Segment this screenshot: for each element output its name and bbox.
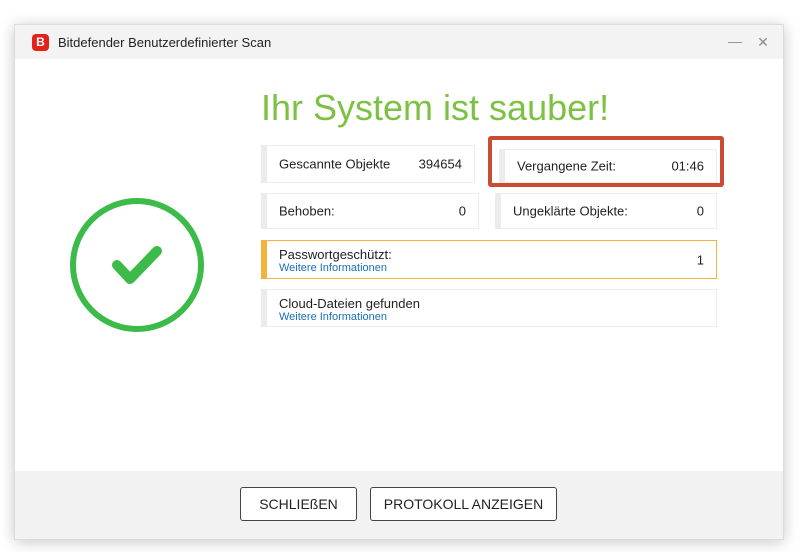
scanned-objects-label: Gescannte Objekte	[279, 156, 391, 172]
password-more-info-link[interactable]: Weitere Informationen	[279, 262, 387, 274]
password-protected-card: Passwortgeschützt: Weitere Informationen…	[261, 240, 717, 279]
unresolved-objects-value: 0	[696, 203, 704, 219]
close-button[interactable]: SCHLIEßEN	[240, 487, 357, 521]
cloud-files-card: Cloud-Dateien gefunden Weitere Informati…	[261, 289, 717, 327]
check-circle-icon	[70, 198, 204, 332]
elapsed-time-value: 01:46	[671, 158, 704, 174]
scanned-objects-value: 394654	[418, 156, 462, 172]
fixed-label: Behoben:	[279, 203, 335, 219]
close-window-button[interactable]: ✕	[752, 31, 774, 53]
elapsed-time-label: Vergangene Zeit:	[517, 158, 617, 174]
password-protected-label: Passwortgeschützt:	[279, 247, 392, 262]
fixed-value: 0	[458, 203, 466, 219]
password-protected-value: 1	[696, 252, 704, 267]
minimize-icon	[728, 42, 742, 43]
show-log-button[interactable]: PROTOKOLL ANZEIGEN	[370, 487, 557, 521]
elapsed-time-card: Vergangene Zeit: 01:46	[499, 149, 717, 183]
bitdefender-logo-icon: B	[32, 34, 49, 51]
window-title: Bitdefender Benutzerdefinierter Scan	[58, 35, 272, 50]
title-bar: B Bitdefender Benutzerdefinierter Scan ✕	[15, 25, 783, 59]
unresolved-objects-card: Ungeklärte Objekte: 0	[495, 193, 717, 229]
scan-result-headline: Ihr System ist sauber!	[261, 87, 610, 128]
scan-window: B Bitdefender Benutzerdefinierter Scan ✕…	[14, 24, 784, 540]
cloud-more-info-link[interactable]: Weitere Informationen	[279, 311, 387, 323]
fixed-card: Behoben: 0	[261, 193, 479, 229]
unresolved-objects-label: Ungeklärte Objekte:	[513, 203, 628, 219]
cloud-files-label: Cloud-Dateien gefunden	[279, 296, 420, 311]
scanned-objects-card: Gescannte Objekte 394654	[261, 145, 475, 183]
minimize-button[interactable]	[724, 31, 746, 53]
footer-bar: SCHLIEßEN PROTOKOLL ANZEIGEN	[15, 471, 783, 539]
